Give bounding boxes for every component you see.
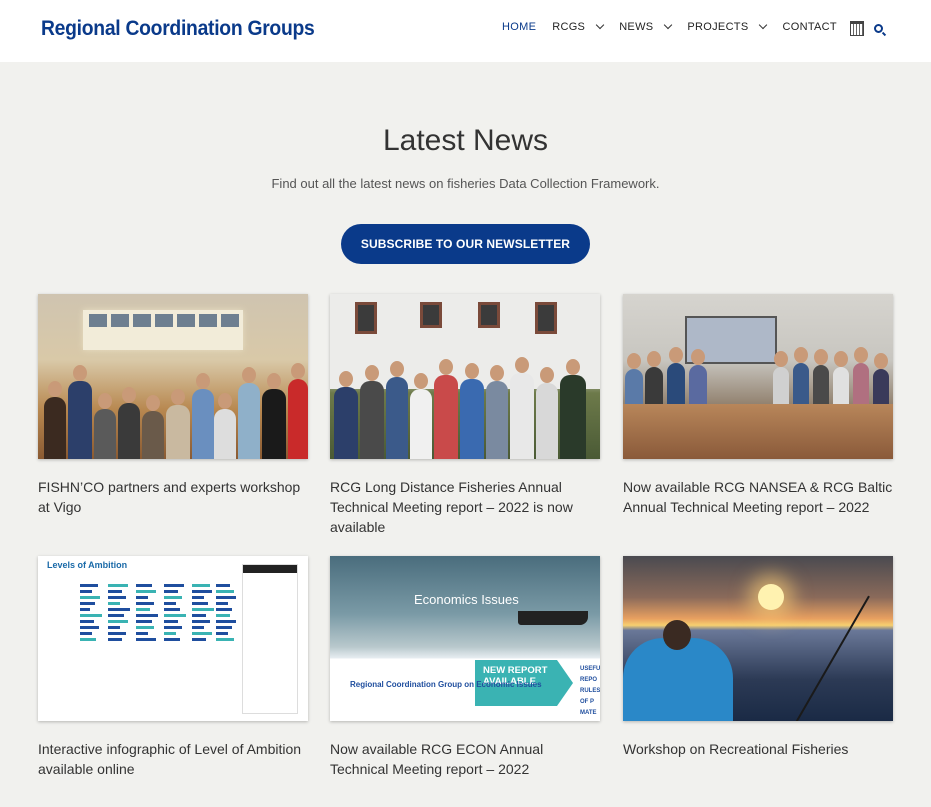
news-card-title[interactable]: Now available RCG NANSEA & RCG Baltic An…: [623, 477, 893, 517]
infographic-column: [216, 584, 242, 694]
infographic-column: [108, 584, 134, 694]
infographic-column: [164, 584, 190, 694]
news-card-title[interactable]: Interactive infographic of Level of Ambi…: [38, 739, 308, 779]
news-image-ldf-meeting[interactable]: [330, 294, 600, 459]
nav-rcgs[interactable]: RCGS: [552, 20, 605, 33]
meeting-table: [623, 404, 893, 459]
useful-reports-text: USEFUL REPO RULES OF P MATE CONT: [580, 666, 600, 716]
news-card[interactable]: Economics Issues NEW REPORT AVAILABLE Re…: [330, 556, 600, 779]
arrow-shape: [557, 660, 573, 706]
ship-graphic: [518, 611, 588, 625]
chevron-down-icon: [759, 20, 768, 30]
sun: [758, 584, 784, 610]
search-icon[interactable]: [874, 24, 883, 33]
fishing-rod: [793, 595, 870, 721]
news-image-nansea-baltic[interactable]: [623, 294, 893, 459]
nav-projects[interactable]: PROJECTS: [687, 20, 768, 33]
group-people: [330, 344, 600, 459]
infographic-heading: Levels of Ambition: [47, 560, 128, 570]
news-card-title[interactable]: Workshop on Recreational Fisheries: [623, 739, 893, 759]
nav-rcgs-label: RCGS: [552, 21, 586, 33]
infographic-column: [136, 584, 162, 694]
infographic-column: [80, 584, 106, 694]
chevron-down-icon: [664, 20, 673, 30]
news-card[interactable]: Now available RCG NANSEA & RCG Baltic An…: [623, 294, 893, 517]
fisherman-head: [663, 620, 691, 650]
economics-banner-text: Economics Issues: [414, 592, 519, 607]
calendar-icon[interactable]: [850, 21, 864, 36]
nav-home[interactable]: HOME: [502, 21, 536, 33]
news-image-workshop-vigo[interactable]: [38, 294, 308, 459]
main-nav: HOME RCGS NEWS PROJECTS CONTACT: [502, 20, 853, 33]
nav-home-label: HOME: [502, 21, 537, 33]
news-image-econ-report[interactable]: Economics Issues NEW REPORT AVAILABLE Re…: [330, 556, 600, 721]
site-header: Regional Coordination Groups HOME RCGS N…: [0, 0, 931, 62]
group-people: [38, 344, 308, 459]
page-subtitle: Find out all the latest news on fisherie…: [271, 176, 660, 191]
news-card-title[interactable]: FISHN’CO partners and experts workshop a…: [38, 477, 308, 517]
fisherman: [623, 638, 733, 721]
subscribe-newsletter-button[interactable]: SUBSCRIBE TO OUR NEWSLETTER: [341, 224, 590, 264]
news-card[interactable]: Levels of Ambition Interactive infograph…: [38, 556, 308, 779]
infographic-column: [192, 584, 218, 694]
news-card-title[interactable]: RCG Long Distance Fisheries Annual Techn…: [330, 477, 600, 537]
news-image-infographic[interactable]: Levels of Ambition: [38, 556, 308, 721]
news-card-title[interactable]: Now available RCG ECON Annual Technical …: [330, 739, 600, 779]
news-card[interactable]: Workshop on Recreational Fisheries: [623, 556, 893, 759]
nav-news[interactable]: NEWS: [619, 20, 673, 33]
chevron-down-icon: [595, 20, 605, 30]
nav-news-label: NEWS: [619, 21, 654, 33]
news-card[interactable]: FISHN’CO partners and experts workshop a…: [38, 294, 308, 517]
infographic-panel: [242, 564, 298, 714]
news-image-recreational-fisheries[interactable]: [623, 556, 893, 721]
nav-contact-label: CONTACT: [782, 21, 837, 33]
rcg-econ-label: Regional Coordination Group on Economic …: [350, 680, 542, 689]
page-title: Latest News: [382, 124, 549, 157]
nav-contact[interactable]: CONTACT: [782, 21, 836, 33]
news-card[interactable]: RCG Long Distance Fisheries Annual Techn…: [330, 294, 600, 537]
nav-projects-label: PROJECTS: [687, 21, 749, 33]
site-logo[interactable]: Regional Coordination Groups: [41, 17, 315, 41]
